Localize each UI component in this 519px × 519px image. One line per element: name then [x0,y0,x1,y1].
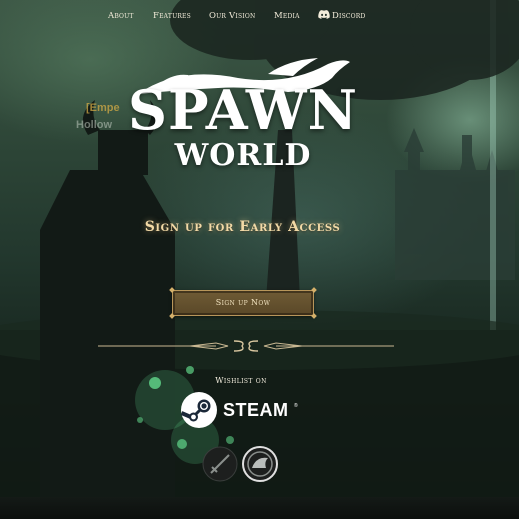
player-guild-tag: Hollow [76,119,113,131]
sign-up-now-button[interactable]: Sign up Now [169,287,317,319]
nav-discord-label: Discord [332,11,366,21]
player-name-tag: [Empe [86,102,120,114]
signup-heading: Sign up for Early Access [144,219,341,235]
top-nav: About Features Our Vision Media Discord [0,9,519,23]
sign-up-now-label: Sign up Now [215,298,271,307]
ornamental-divider [98,340,394,352]
discord-icon [318,10,330,19]
game-logo: SPAWN WORLD [118,56,368,176]
helmet-badge[interactable] [242,446,278,482]
logo-word-spawn: SPAWN [128,78,358,142]
nav-media[interactable]: Media [274,9,300,23]
logo-word-world: WORLD [174,138,312,173]
steam-logo-icon [180,392,217,428]
wishlist-label: Wishlist on [215,376,267,385]
nav-our-vision[interactable]: Our Vision [209,9,255,23]
nav-about[interactable]: About [108,9,134,23]
steam-wordmark: STEAM [223,400,289,420]
page: [Empe Hollow About Features Our Vision M… [0,0,519,519]
nav-features[interactable]: Features [153,9,191,23]
steam-wishlist-link[interactable]: STEAM ® [180,391,302,429]
helmet-badge-icon [242,446,278,482]
sword-badge-icon [202,446,238,482]
steam-registered-mark: ® [294,403,298,409]
nav-discord[interactable]: Discord [318,9,366,23]
sword-badge[interactable] [202,446,238,482]
bottom-bar [0,497,519,519]
